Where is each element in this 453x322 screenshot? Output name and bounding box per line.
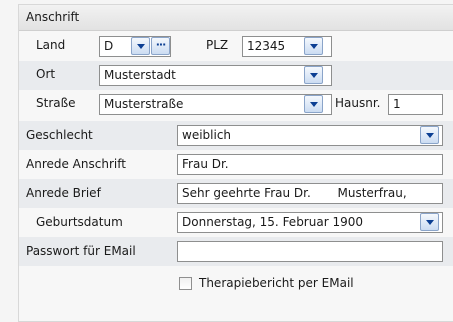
- chevron-down-icon[interactable]: [420, 213, 439, 231]
- therapiebericht-label[interactable]: Therapiebericht per EMail: [199, 276, 354, 290]
- therapiebericht-checkbox[interactable]: [179, 277, 192, 290]
- geburtsdatum-select[interactable]: Donnerstag, 15. Februar 1900: [177, 212, 443, 233]
- geschlecht-label: Geschlecht: [26, 128, 93, 142]
- strasse-label: Straße: [36, 96, 76, 110]
- anrede-brief-input[interactable]: Sehr geehrte Frau Dr. Musterfrau,: [177, 183, 443, 204]
- geburtsdatum-label: Geburtsdatum: [36, 215, 123, 229]
- section-title: Anschrift: [26, 10, 80, 24]
- ort-label: Ort: [36, 67, 56, 81]
- section-header: Anschrift: [19, 5, 453, 31]
- anrede-anschrift-label: Anrede Anschrift: [26, 157, 126, 171]
- anschrift-panel: Anschrift Land D ··· PLZ 12345 Ort Muste…: [18, 4, 453, 322]
- strasse-select[interactable]: Musterstraße: [99, 94, 332, 115]
- chevron-down-icon[interactable]: [131, 37, 150, 55]
- geschlecht-select[interactable]: weiblich: [177, 125, 443, 146]
- ort-select[interactable]: Musterstadt: [99, 65, 332, 86]
- plz-label: PLZ: [206, 38, 229, 52]
- land-label: Land: [36, 38, 66, 52]
- anrede-anschrift-input[interactable]: Frau Dr.: [177, 154, 443, 175]
- chevron-down-icon[interactable]: [304, 37, 323, 55]
- chevron-down-icon[interactable]: [304, 95, 323, 113]
- anrede-brief-label: Anrede Brief: [26, 186, 101, 200]
- ellipsis-button[interactable]: ···: [151, 37, 170, 55]
- hausnr-input[interactable]: 1: [388, 94, 443, 115]
- passwort-input[interactable]: [177, 241, 443, 262]
- chevron-down-icon[interactable]: [304, 66, 323, 84]
- land-row: [19, 32, 453, 61]
- hausnr-label: Hausnr.: [335, 96, 381, 110]
- chevron-down-icon[interactable]: [420, 126, 439, 144]
- passwort-label: Passwort für EMail: [26, 244, 136, 258]
